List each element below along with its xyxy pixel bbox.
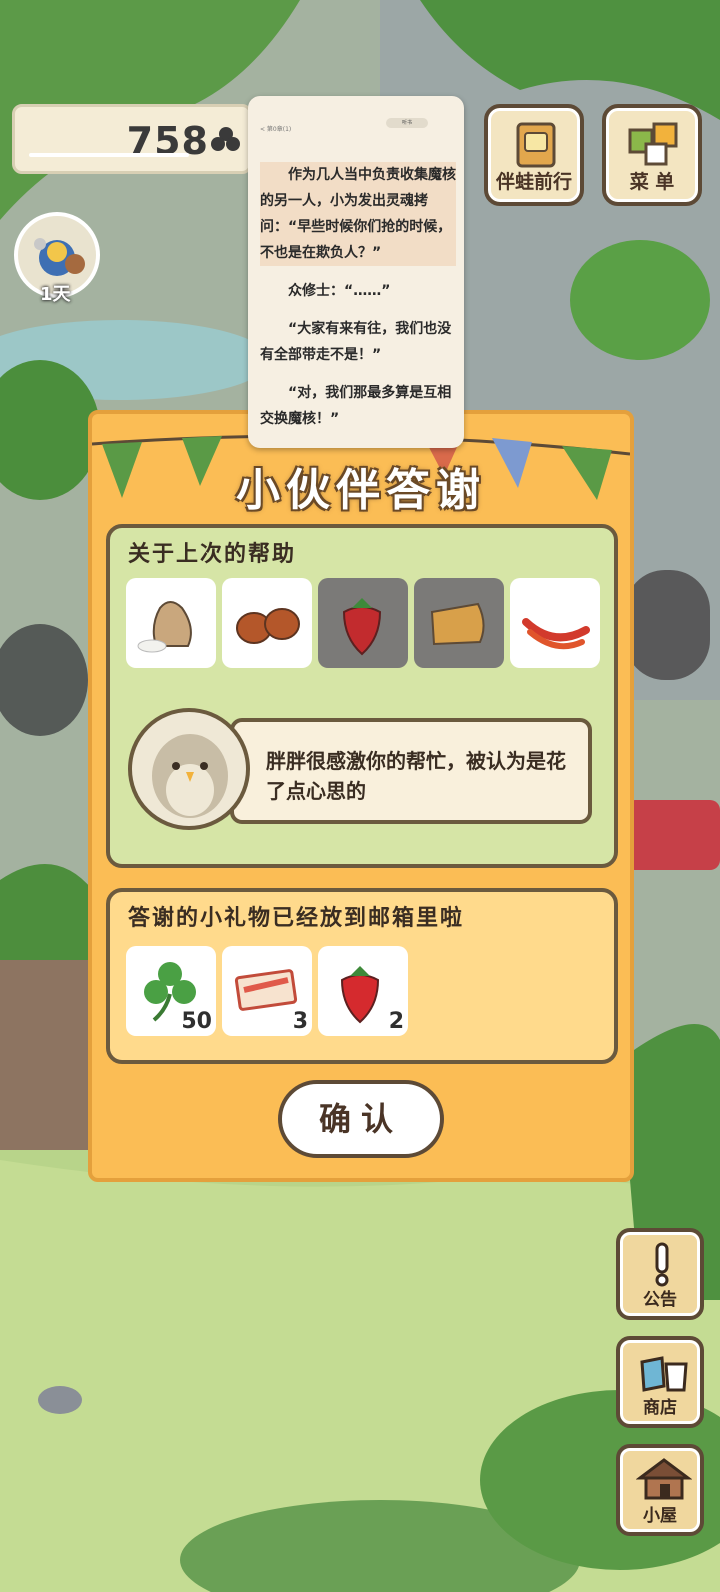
- article-paragraph: 众修士：“……”: [288, 283, 391, 299]
- help-item-chili: [510, 578, 600, 668]
- help-heading: 关于上次的帮助: [128, 542, 297, 567]
- article-paragraph: 作为几人当中负责收集魔核的另一人，小为发出灵魂拷问：“早些时候你们抢的时候，不也…: [260, 162, 456, 266]
- thanks-message: 胖胖很感激你的帮忙，被认为是花了点心思的: [266, 749, 566, 803]
- confirm-button[interactable]: 确认: [278, 1080, 444, 1158]
- gift-count: 50: [181, 1009, 212, 1034]
- chestnuts-icon: [236, 608, 300, 644]
- help-item-strawberry: [318, 578, 408, 668]
- gift-count: 3: [292, 1009, 308, 1034]
- help-section: 关于上次的帮助 胖胖很感激你的帮忙，被认为是花了点心思的: [106, 524, 618, 868]
- help-item-chestnuts: [222, 578, 312, 668]
- chili-peppers-icon: [522, 618, 590, 650]
- gift-item-ticket: 3: [222, 946, 312, 1036]
- listen-pill[interactable]: 听书: [386, 118, 428, 128]
- rice-sack-icon: [137, 601, 192, 653]
- article-body: 作为几人当中负责收集魔核的另一人，小为发出灵魂拷问：“早些时候你们抢的时候，不也…: [260, 162, 456, 444]
- article-paragraph: “大家有来有往，我们也没有全部带走不是！”: [260, 321, 452, 363]
- gift-section: 答谢的小礼物已经放到邮箱里啦 50 3 2: [106, 888, 618, 1064]
- notice-label: 公告: [643, 1290, 677, 1310]
- counter-underline: [29, 153, 189, 157]
- owl-icon: [152, 734, 228, 818]
- strawberry-icon: [342, 598, 382, 656]
- house-icon: [636, 1458, 692, 1500]
- exclamation-icon: [655, 1242, 669, 1287]
- article-paragraph: “对，我们那最多算是互相交换魔核！”: [260, 385, 452, 427]
- clover-counter: 758: [12, 104, 252, 174]
- gift-heading: 答谢的小礼物已经放到邮箱里啦: [128, 906, 465, 931]
- dialog-title: 小伙伴答谢: [236, 465, 486, 516]
- clover-icon: [211, 127, 240, 151]
- shop-button[interactable]: 商店: [616, 1336, 704, 1428]
- thanks-dialog: 小伙伴答谢 关于上次的帮助 胖胖很感激你的帮忙，被认为是花了点心思的 答谢的小礼…: [88, 410, 634, 1182]
- gift-count: 2: [388, 1009, 404, 1034]
- journal-icon: [516, 122, 556, 168]
- shop-label: 商店: [643, 1398, 677, 1418]
- shop-bags-icon: [640, 1356, 688, 1392]
- house-label: 小屋: [643, 1506, 677, 1526]
- help-item-rice: [126, 578, 216, 668]
- message-bubble: 胖胖很感激你的帮忙，被认为是花了点心思的: [230, 718, 592, 824]
- travel-companion-button[interactable]: 伴蛙前行: [484, 104, 584, 206]
- house-button[interactable]: 小屋: [616, 1444, 704, 1536]
- notice-button[interactable]: 公告: [616, 1228, 704, 1320]
- reader-overlay[interactable]: < 第0章(1) 听书 作为几人当中负责收集魔核的另一人，小为发出灵魂拷问：“早…: [248, 96, 464, 448]
- travel-companion-label: 伴蛙前行: [495, 171, 572, 193]
- help-item-cheese: [414, 578, 504, 668]
- chapter-label[interactable]: < 第0章(1): [260, 124, 291, 133]
- menu-label: 菜 单: [629, 171, 675, 193]
- gift-item-clover: 50: [126, 946, 216, 1036]
- day-counter: 1天: [40, 284, 71, 305]
- owl-portrait: [128, 708, 250, 830]
- menu-icon: [628, 122, 678, 166]
- cheese-icon: [430, 602, 485, 646]
- gift-item-strawberry: 2: [318, 946, 408, 1036]
- menu-button[interactable]: 菜 单: [602, 104, 702, 206]
